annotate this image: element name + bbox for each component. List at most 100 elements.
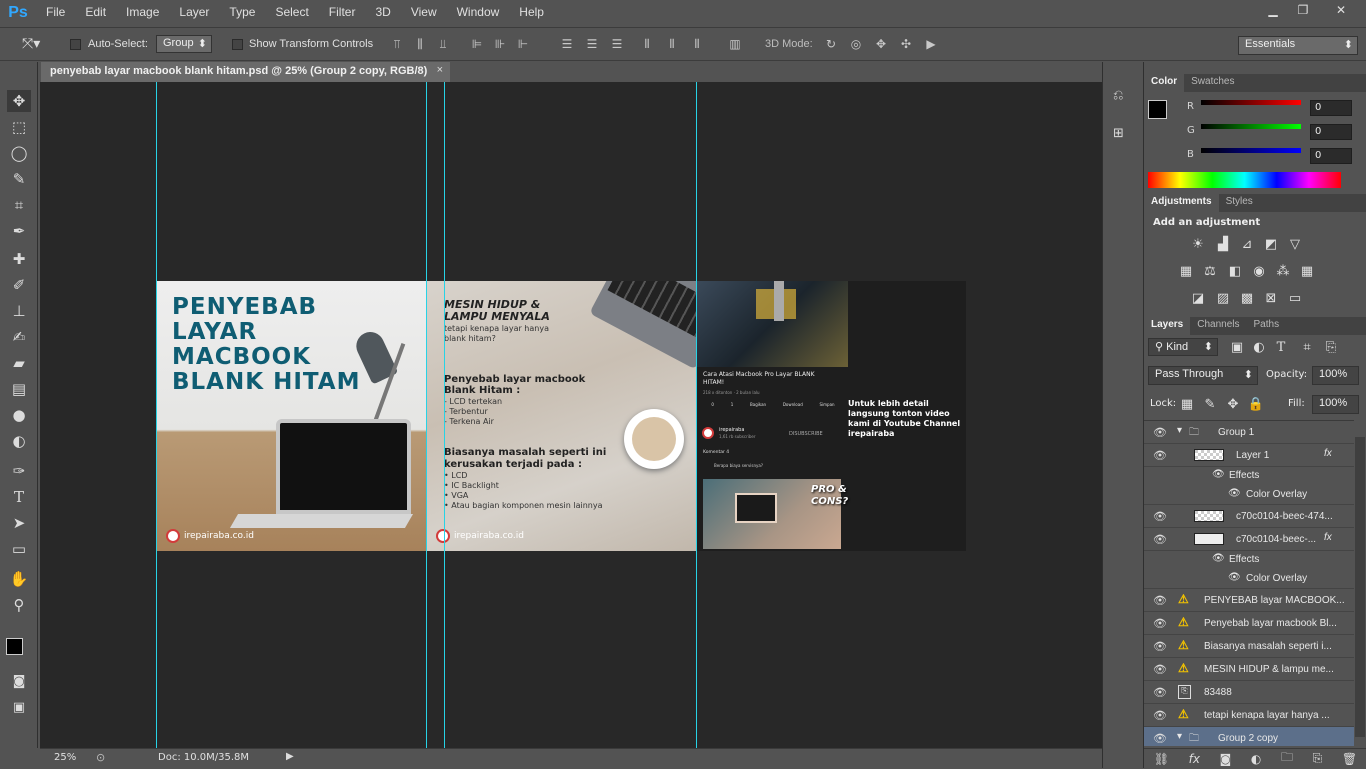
visibility-eye-icon[interactable]: 👁 — [1153, 616, 1167, 630]
posterize-icon[interactable]: ▨ — [1214, 291, 1232, 306]
zoom-tool-icon[interactable]: ⚲ — [7, 594, 31, 616]
effect-eye-icon[interactable]: 👁 — [1228, 488, 1241, 499]
color-balance-icon[interactable]: ⚖ — [1201, 264, 1219, 279]
shape-tool-icon[interactable]: ▭ — [7, 538, 31, 560]
tab-layers[interactable]: Layers — [1144, 317, 1191, 335]
layer-row[interactable]: 👁 ⚠ MESIN HIDUP & lampu me... — [1144, 658, 1354, 681]
exposure-icon[interactable]: ◩ — [1262, 237, 1280, 252]
3d-roll-icon[interactable]: ◎ — [849, 37, 863, 51]
visibility-eye-icon[interactable]: 👁 — [1153, 662, 1167, 676]
color-spectrum[interactable] — [1148, 172, 1341, 188]
fx-icon[interactable]: fx — [1324, 532, 1332, 543]
hand-tool-icon[interactable]: ✋ — [7, 568, 31, 590]
auto-select-checkbox[interactable] — [70, 39, 81, 50]
filter-adjustment-icon[interactable]: ◐ — [1250, 340, 1268, 355]
layer-row-group-1[interactable]: 👁 ▾ 🗀 Group 1 — [1144, 421, 1354, 444]
document-canvas[interactable]: PENYEBAB LAYAR MACBOOK BLANK HITAM irepa… — [156, 281, 966, 551]
share-button[interactable]: Bagikan — [750, 402, 766, 407]
auto-select-dropdown[interactable]: Group ⬍ — [156, 35, 212, 53]
layer-row[interactable]: 👁 ⚠ PENYEBAB layar MACBOOK... — [1144, 589, 1354, 612]
clone-stamp-tool-icon[interactable]: ⊥ — [7, 300, 31, 322]
opacity-field[interactable]: 100% — [1312, 366, 1359, 385]
save-button[interactable]: Simpan — [820, 402, 835, 407]
pen-tool-icon[interactable]: ✑ — [7, 460, 31, 482]
photo-filter-icon[interactable]: ◉ — [1250, 264, 1268, 279]
visibility-eye-icon[interactable]: 👁 — [1153, 639, 1167, 653]
selective-color-icon[interactable]: ⊠ — [1262, 291, 1280, 306]
brush-tool-icon[interactable]: ✐ — [7, 274, 31, 296]
effects-row[interactable]: 👁 Effects — [1144, 551, 1354, 569]
effects-eye-icon[interactable]: 👁 — [1212, 469, 1225, 480]
filter-smart-object-icon[interactable]: ⎘ — [1322, 340, 1340, 355]
channel-r-slider[interactable] — [1201, 100, 1301, 105]
align-vcenter-icon[interactable]: ⫼ — [413, 37, 427, 51]
lock-transparent-icon[interactable]: ▦ — [1178, 397, 1196, 412]
layer-row[interactable]: 👁 ⚠ Biasanya masalah seperti i... — [1144, 635, 1354, 658]
eraser-tool-icon[interactable]: ▰ — [7, 352, 31, 374]
download-button[interactable]: Download — [783, 402, 803, 407]
lock-all-icon[interactable]: 🔒 — [1247, 397, 1265, 412]
distribute-right-icon[interactable]: ⦀ — [690, 37, 704, 51]
menu-image[interactable]: Image — [116, 0, 169, 25]
distribute-hcenter-icon[interactable]: ⦀ — [665, 37, 679, 51]
like-count[interactable]: 0 — [711, 402, 714, 407]
history-brush-tool-icon[interactable]: ✍ — [7, 326, 31, 348]
distribute-vcenter-icon[interactable]: ☰ — [585, 37, 599, 51]
type-tool-icon[interactable]: T — [7, 486, 31, 508]
visibility-eye-icon[interactable]: 👁 — [1153, 708, 1167, 722]
levels-icon[interactable]: ▟ — [1214, 237, 1232, 252]
visibility-eye-icon[interactable]: 👁 — [1153, 425, 1167, 439]
3d-pan-icon[interactable]: ✥ — [874, 37, 888, 51]
distribute-bottom-icon[interactable]: ☰ — [610, 37, 624, 51]
channel-g-value[interactable]: 0 — [1310, 124, 1352, 140]
fill-field[interactable]: 100% — [1312, 395, 1359, 414]
layer-row[interactable]: 👁 c70c0104-beec-... fx — [1144, 528, 1354, 551]
filter-type-icon[interactable]: T — [1272, 340, 1290, 355]
align-right-icon[interactable]: ⊩ — [516, 37, 530, 51]
layer-row[interactable]: 👁 c70c0104-beec-474... — [1144, 505, 1354, 528]
menu-edit[interactable]: Edit — [75, 0, 116, 25]
link-layers-icon[interactable]: ⛓ — [1154, 752, 1169, 766]
effects-row[interactable]: 👁 Effects — [1144, 467, 1354, 485]
visibility-eye-icon[interactable]: 👁 — [1153, 731, 1167, 745]
tab-channels[interactable]: Channels — [1190, 317, 1246, 335]
layer-row[interactable]: 👁 ⚠ Penyebab layar macbook Bl... — [1144, 612, 1354, 635]
status-icon[interactable]: ⊙ — [96, 751, 105, 764]
tab-adjustments[interactable]: Adjustments — [1144, 194, 1219, 212]
menu-layer[interactable]: Layer — [169, 0, 219, 25]
menu-3d[interactable]: 3D — [365, 0, 400, 25]
invert-icon[interactable]: ◪ — [1189, 291, 1207, 306]
black-white-icon[interactable]: ◧ — [1226, 264, 1244, 279]
visibility-eye-icon[interactable]: 👁 — [1153, 532, 1167, 546]
color-lookup-icon[interactable]: ▦ — [1298, 264, 1316, 279]
quick-mask-icon[interactable]: ◙ — [7, 670, 31, 692]
dodge-tool-icon[interactable]: ◐ — [7, 430, 31, 452]
next-video-thumbnail[interactable]: PRO & CONS? — [703, 479, 848, 549]
layer-row[interactable]: 👁 ⎘ 83488 — [1144, 681, 1354, 704]
crop-tool-icon[interactable]: ⌗ — [7, 194, 31, 216]
visibility-eye-icon[interactable]: 👁 — [1153, 509, 1167, 523]
lock-image-icon[interactable]: ✎ — [1201, 397, 1219, 412]
guide-line[interactable] — [444, 82, 445, 748]
marquee-tool-icon[interactable]: ⬚ — [7, 116, 31, 138]
healing-brush-tool-icon[interactable]: ✚ — [7, 248, 31, 270]
menu-window[interactable]: Window — [447, 0, 510, 25]
effects-eye-icon[interactable]: 👁 — [1212, 553, 1225, 564]
blur-tool-icon[interactable]: ● — [7, 404, 31, 426]
fx-icon[interactable]: fx — [1324, 448, 1332, 459]
foreground-color-swatch[interactable] — [6, 638, 23, 655]
visibility-eye-icon[interactable]: 👁 — [1153, 685, 1167, 699]
filter-shape-icon[interactable]: ⌗ — [1298, 340, 1316, 355]
tab-styles[interactable]: Styles — [1219, 194, 1260, 212]
quick-select-tool-icon[interactable]: ✎ — [7, 168, 31, 190]
minimize-button[interactable]: ▁ — [1260, 2, 1286, 18]
tab-swatches[interactable]: Swatches — [1184, 74, 1241, 92]
new-group-icon[interactable]: 🗀 — [1281, 748, 1293, 769]
menu-view[interactable]: View — [401, 0, 447, 25]
layer-filter-dropdown[interactable]: ⚲ Kind ⬍ — [1148, 338, 1218, 356]
align-hcenter-icon[interactable]: ⊪ — [493, 37, 507, 51]
path-select-tool-icon[interactable]: ➤ — [7, 512, 31, 534]
channel-g-slider[interactable] — [1201, 124, 1301, 129]
distribute-left-icon[interactable]: ⦀ — [640, 37, 654, 51]
canvas-area[interactable]: PENYEBAB LAYAR MACBOOK BLANK HITAM irepa… — [40, 82, 1102, 748]
